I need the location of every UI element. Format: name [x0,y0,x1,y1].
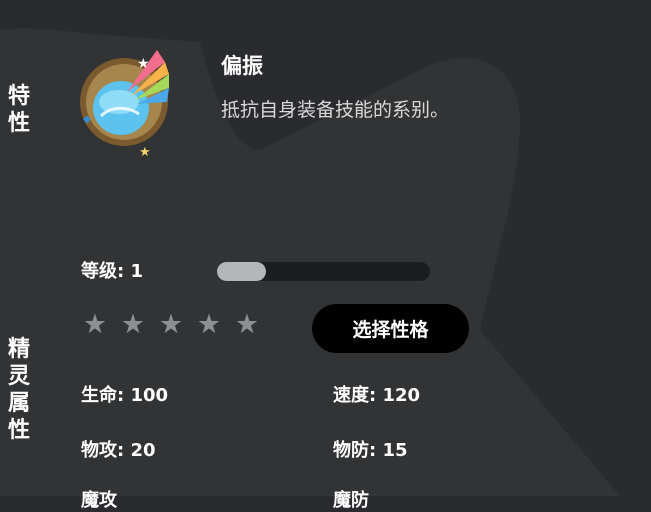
star-icon: ★ [120,309,146,340]
attributes-side-char: 性 [7,418,30,443]
trait-description: 抵抗自身装备技能的系别。 [221,99,450,121]
level-label: 等级: 1 [81,261,143,282]
trait-side-char: 性 [7,111,30,136]
star-rating: ★ ★ ★ ★ ★ [82,310,260,340]
trait-side-label: 特 性 [6,83,32,137]
star-icon: ★ [196,309,222,340]
stat-magic-attack: 魔攻 [81,490,117,511]
attributes-side-char: 属 [7,391,30,416]
select-nature-button[interactable]: 选择性格 [312,304,469,353]
svg-text:★: ★ [139,145,151,160]
svg-text:◆: ◆ [83,114,91,125]
stat-physical-defense: 物防: 15 [333,440,408,461]
level-progress-fill [217,262,266,281]
stat-hp: 生命: 100 [81,385,169,406]
attributes-side-char: 精 [7,337,30,362]
star-icon: ★ [158,309,184,340]
stat-physical-attack: 物攻: 20 [81,440,156,461]
level-progress-bar [217,262,430,281]
trait-side-char: 特 [7,84,30,109]
attributes-side-char: 灵 [7,364,30,389]
star-icon: ★ [82,309,108,340]
svg-text:★: ★ [137,56,150,72]
attributes-side-label: 精 灵 属 性 [6,336,32,444]
stat-speed: 速度: 120 [333,385,421,406]
trait-name: 偏振 [221,54,263,78]
star-icon: ★ [234,309,260,340]
mirror-rainbow-icon: ★ ★ ◆ [79,44,169,162]
stat-magic-defense: 魔防 [333,490,369,511]
